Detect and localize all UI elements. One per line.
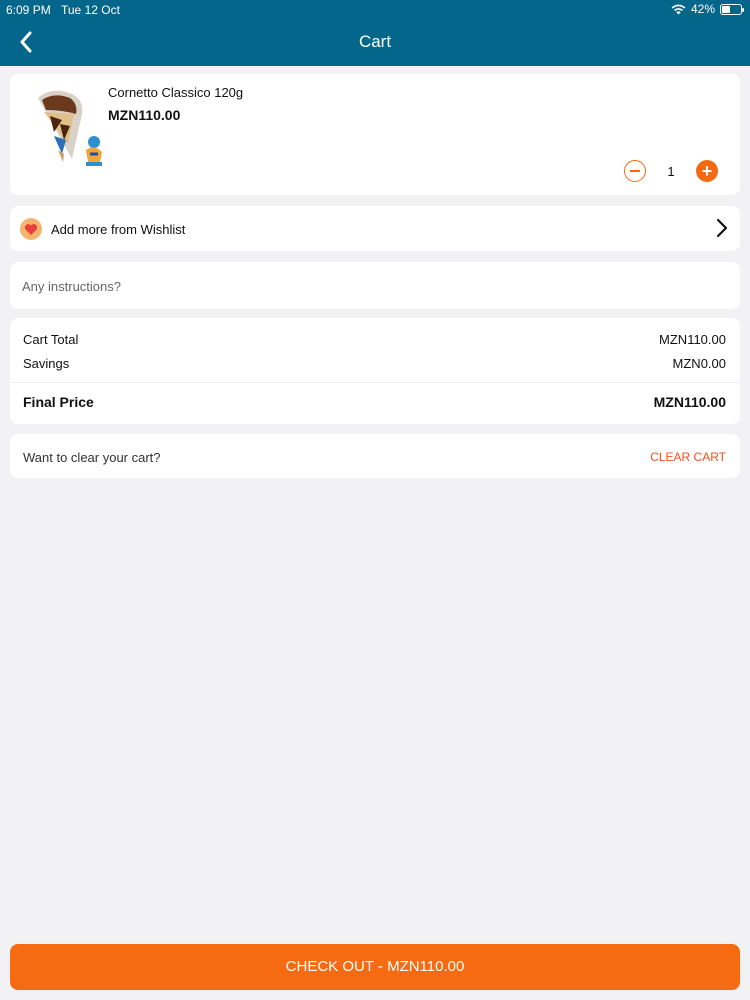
instructions-card: [10, 262, 740, 309]
savings-label: Savings: [23, 356, 70, 371]
cart-item-card: Cornetto Classico 120g MZN110.00 1 +: [10, 74, 740, 195]
top-bar: 6:09 PM Tue 12 Oct 42% Cart: [0, 0, 750, 66]
clear-cart-prompt: Want to clear your cart?: [23, 450, 161, 465]
final-price-value: MZN110.00: [653, 394, 726, 410]
battery-percentage: 42%: [690, 2, 715, 16]
instructions-input[interactable]: [22, 272, 722, 300]
checkout-button[interactable]: CHECK OUT - MZN110.00: [10, 944, 740, 990]
add-from-wishlist-row[interactable]: Add more from Wishlist: [10, 206, 740, 251]
increase-quantity-button[interactable]: +: [696, 160, 718, 182]
divider: [10, 382, 740, 383]
status-indicators: 42%: [671, 2, 744, 16]
product-name: Cornetto Classico 120g: [108, 85, 244, 100]
final-price-label: Final Price: [23, 394, 94, 410]
clear-cart-card: Want to clear your cart? CLEAR CART: [10, 434, 740, 478]
chevron-right-icon: [716, 218, 728, 238]
product-image: [38, 90, 102, 166]
wishlist-label: Add more from Wishlist: [51, 222, 186, 237]
status-time: 6:09 PM: [6, 3, 51, 17]
product-price: MZN110.00: [108, 107, 181, 123]
clear-cart-button[interactable]: CLEAR CART: [650, 450, 726, 464]
heart-icon: [20, 218, 42, 240]
totals-card: Cart Total MZN110.00 Savings MZN0.00 Fin…: [10, 318, 740, 424]
nav-bar: Cart: [0, 20, 750, 66]
decrease-quantity-button[interactable]: [624, 160, 646, 182]
cart-total-value: MZN110.00: [659, 332, 726, 347]
battery-icon: [720, 3, 744, 15]
minus-circle-icon: [630, 170, 640, 172]
wifi-icon: [671, 4, 686, 14]
battery-level: [722, 5, 730, 13]
plus-circle-icon: +: [701, 161, 713, 181]
savings-value: MZN0.00: [672, 356, 726, 371]
status-date: Tue 12 Oct: [61, 3, 120, 17]
cart-total-label: Cart Total: [23, 332, 79, 347]
page-title: Cart: [358, 32, 392, 51]
quantity-value: 1: [667, 164, 675, 179]
status-bar: 6:09 PM Tue 12 Oct 42%: [0, 0, 750, 20]
